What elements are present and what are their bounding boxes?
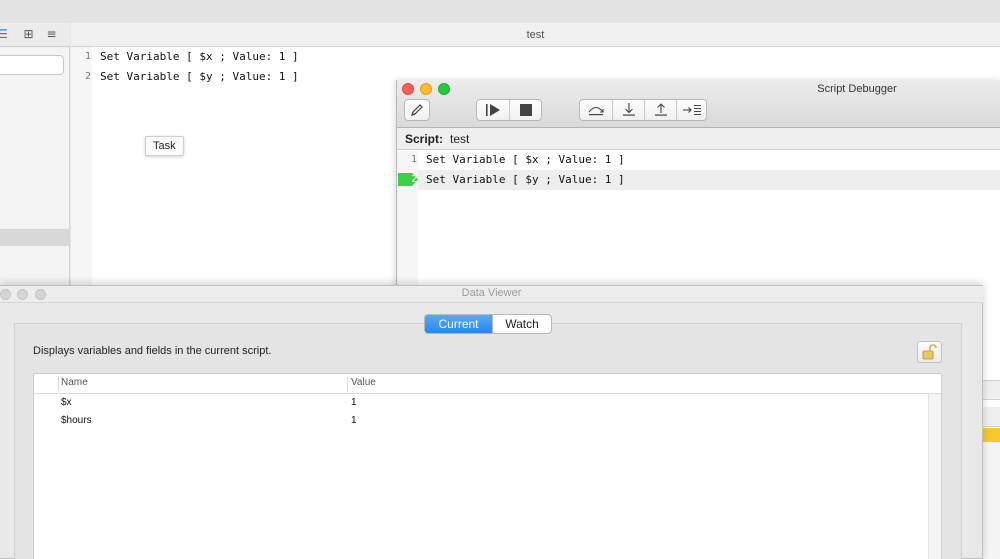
column-separator[interactable] bbox=[347, 376, 348, 392]
table-scrollbar[interactable] bbox=[928, 394, 941, 559]
script-tab-title: test bbox=[71, 23, 1000, 47]
line-number: 1 bbox=[84, 51, 91, 62]
script-step[interactable]: Set Variable [ $y ; Value: 1 ] bbox=[100, 67, 299, 87]
lock-button[interactable] bbox=[917, 341, 942, 363]
column-header-name[interactable]: Name bbox=[61, 377, 88, 388]
edit-pencil-icon bbox=[411, 104, 423, 116]
current-line-number: 2 bbox=[410, 174, 417, 185]
variable-value: 1 bbox=[351, 397, 357, 408]
script-search-input[interactable] bbox=[0, 55, 64, 75]
data-viewer-window: Data Viewer Current Watch Displays varia… bbox=[0, 285, 983, 559]
table-header: Name Value bbox=[34, 374, 941, 394]
step-into-button[interactable] bbox=[612, 100, 644, 120]
sidebar-toolbar: ☰ ⊞ ≡ bbox=[0, 23, 70, 47]
line-number: 2 bbox=[84, 71, 91, 82]
zoom-button[interactable] bbox=[438, 83, 450, 95]
variables-table: Name Value $x 1 $hours 1 bbox=[33, 373, 942, 559]
step-over-button[interactable] bbox=[580, 100, 612, 120]
add-folder-icon[interactable]: ⊞ bbox=[22, 28, 35, 40]
script-step[interactable]: Set Variable [ $x ; Value: 1 ] bbox=[100, 47, 299, 67]
edit-script-button[interactable] bbox=[404, 99, 430, 121]
script-name: test bbox=[450, 132, 470, 146]
debugger-script-bar: Script: test bbox=[397, 128, 1000, 150]
list-icon[interactable]: ☰ bbox=[0, 28, 9, 40]
background-window-highlight bbox=[983, 428, 1000, 442]
step-out-icon bbox=[655, 103, 667, 116]
step-into-icon bbox=[623, 103, 635, 116]
background-window-edge bbox=[983, 380, 1000, 400]
minimize-button[interactable] bbox=[420, 83, 432, 95]
halt-button[interactable] bbox=[509, 100, 541, 120]
debugger-step[interactable]: Set Variable [ $x ; Value: 1 ] bbox=[426, 150, 625, 170]
column-header-value[interactable]: Value bbox=[351, 377, 376, 388]
background-window-edge bbox=[983, 442, 1000, 559]
set-next-step-icon bbox=[683, 105, 701, 115]
data-viewer-titlebar: Data Viewer bbox=[0, 286, 983, 303]
debugger-title: Script Debugger bbox=[817, 83, 897, 95]
run-button[interactable] bbox=[477, 100, 509, 120]
column-separator bbox=[58, 376, 59, 392]
line-number: 1 bbox=[410, 154, 417, 165]
view-tabs: Current Watch bbox=[424, 314, 552, 334]
data-viewer-title: Data Viewer bbox=[461, 287, 522, 299]
debugger-titlebar: Script Debugger bbox=[397, 80, 1000, 128]
unlock-icon bbox=[922, 344, 937, 360]
close-button[interactable] bbox=[402, 83, 414, 95]
task-tooltip: Task bbox=[145, 136, 184, 156]
run-halt-group bbox=[476, 99, 542, 121]
variable-name: $hours bbox=[61, 415, 92, 426]
set-next-step-button[interactable] bbox=[676, 100, 707, 120]
table-row[interactable]: $x 1 bbox=[34, 394, 928, 412]
data-viewer-description: Displays variables and fields in the cur… bbox=[33, 345, 272, 357]
variable-value: 1 bbox=[351, 415, 357, 426]
debugger-step[interactable]: Set Variable [ $y ; Value: 1 ] bbox=[426, 170, 625, 190]
step-over-icon bbox=[588, 106, 604, 116]
workspace-title-strip bbox=[0, 0, 1000, 23]
halt-icon bbox=[520, 104, 532, 116]
background-window-edge bbox=[983, 407, 1000, 427]
step-out-button[interactable] bbox=[644, 100, 676, 120]
selected-script-row[interactable] bbox=[0, 229, 70, 246]
menu-lines-icon[interactable]: ≡ bbox=[45, 28, 58, 40]
tab-watch[interactable]: Watch bbox=[492, 315, 551, 333]
variable-name: $x bbox=[61, 397, 72, 408]
script-label: Script: bbox=[405, 132, 444, 146]
step-controls-group bbox=[579, 99, 707, 121]
table-row[interactable]: $hours 1 bbox=[34, 412, 928, 430]
tab-current[interactable]: Current bbox=[425, 315, 492, 333]
run-icon bbox=[486, 104, 500, 116]
